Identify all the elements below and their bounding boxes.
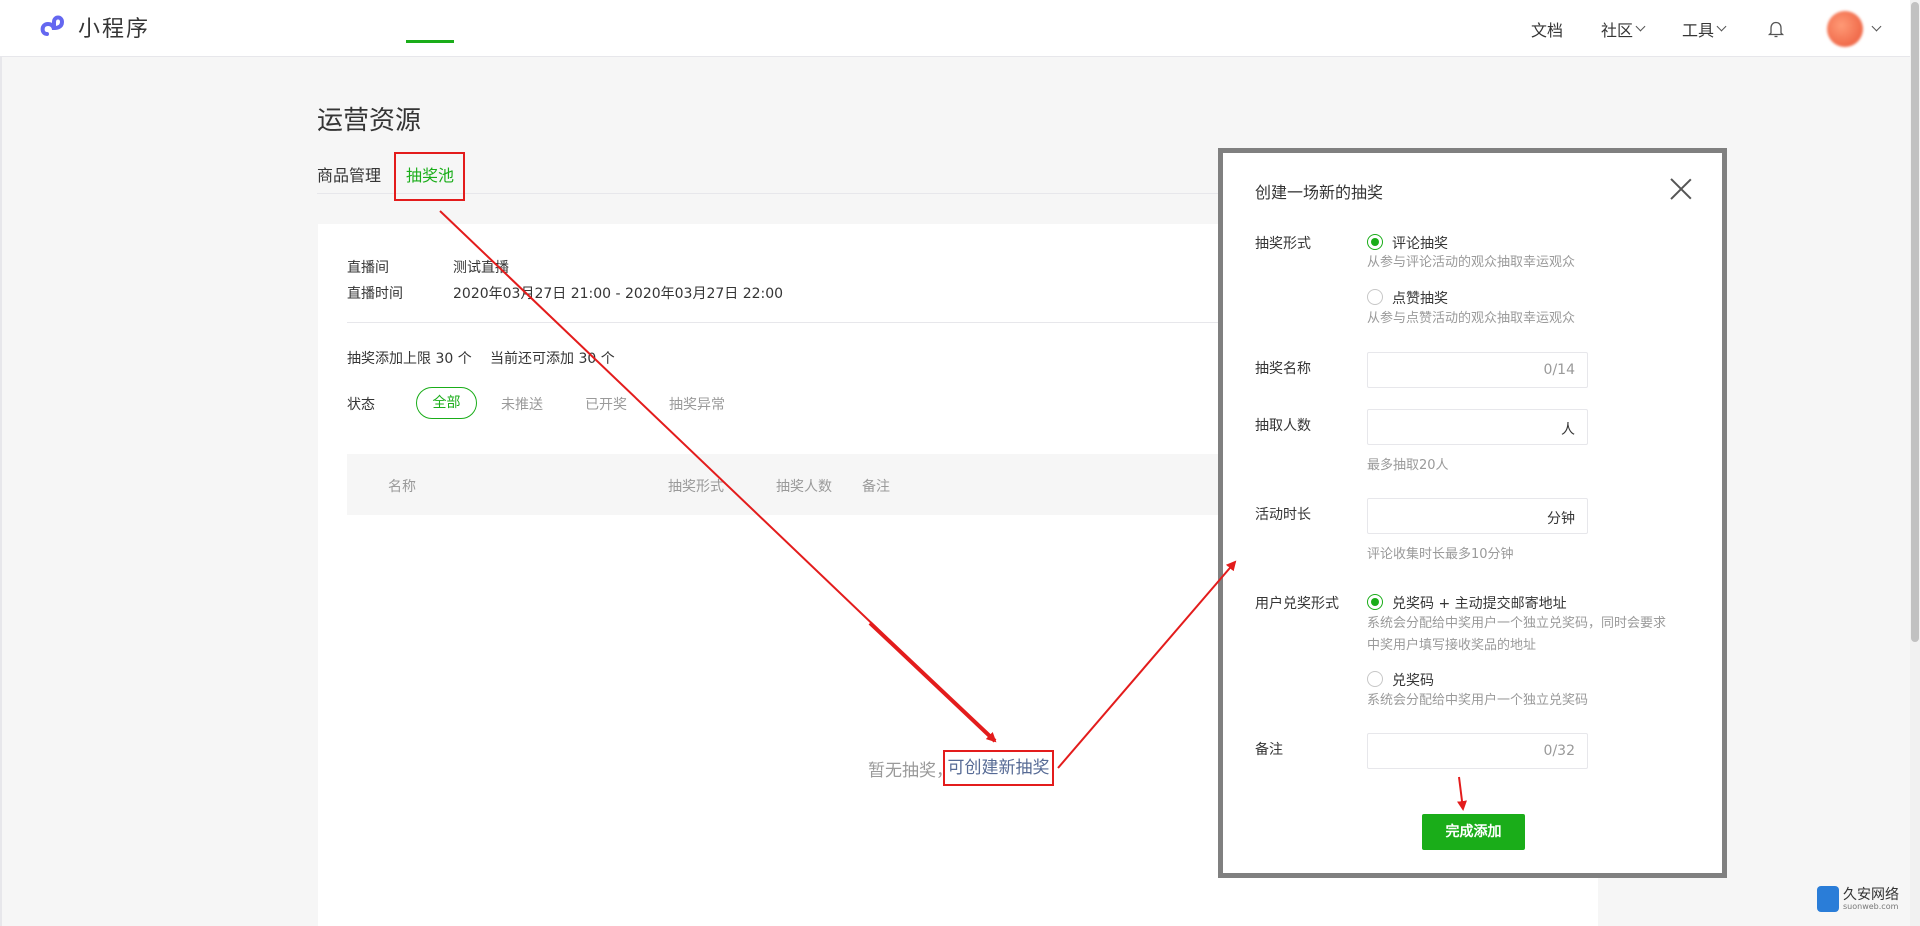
radio-like-lottery-label[interactable]: 点赞抽奖 — [1392, 288, 1448, 308]
empty-state-text: 暂无抽奖， — [868, 761, 953, 781]
lottery-remaining: 当前还可添加 30 个 — [490, 351, 615, 367]
live-room-label: 直播间 — [347, 260, 389, 276]
note-input[interactable]: 0/32 — [1367, 733, 1588, 769]
comment-lottery-hint: 从参与评论活动的观众抽取幸运观众 — [1367, 255, 1576, 270]
note-counter: 0/32 — [1543, 743, 1575, 759]
create-lottery-link[interactable]: 可创建新抽奖 — [943, 750, 1054, 786]
winner-count-unit: 人 — [1561, 422, 1575, 438]
radio-redeem-code[interactable] — [1367, 671, 1383, 687]
nav-docs-label: 文档 — [1530, 20, 1563, 40]
lottery-name-label: 抽奖名称 — [1255, 361, 1311, 377]
top-nav: 文档 社区 工具 — [1493, 0, 1882, 57]
like-lottery-hint: 从参与点赞活动的观众抽取幸运观众 — [1367, 311, 1576, 326]
avatar[interactable] — [1827, 10, 1863, 47]
table-header: 名称 抽奖形式 抽奖人数 备注 — [347, 454, 1247, 515]
lottery-max-limit: 抽奖添加上限 30 个 — [347, 351, 472, 367]
column-lottery-type: 抽奖形式 — [668, 479, 724, 495]
radio-redeem-code-address-label[interactable]: 兑奖码 + 主动提交邮寄地址 — [1392, 593, 1567, 613]
note-label: 备注 — [1255, 742, 1283, 758]
submit-button[interactable]: 完成添加 — [1422, 814, 1525, 850]
column-note: 备注 — [862, 479, 890, 495]
status-filter-label: 状态 — [347, 397, 375, 413]
watermark-text: 久安网络 — [1843, 886, 1899, 903]
watermark-logo-icon — [1817, 886, 1839, 912]
page-title: 运营资源 — [317, 106, 422, 136]
annotation-box-tab — [394, 152, 465, 201]
watermark-sub: suonweb.com — [1843, 901, 1899, 911]
radio-comment-lottery[interactable] — [1367, 234, 1383, 250]
status-filter-all[interactable]: 全部 — [416, 387, 477, 419]
chevron-down-icon[interactable] — [1871, 21, 1882, 32]
redeem-code-address-hint-1: 系统会分配给中奖用户一个独立兑奖码，同时会要求 — [1367, 616, 1667, 631]
modal-title: 创建一场新的抽奖 — [1255, 183, 1384, 202]
duration-input[interactable]: 分钟 — [1367, 498, 1588, 534]
scrollbar[interactable] — [1910, 0, 1920, 926]
winner-count-hint: 最多抽取20人 — [1367, 458, 1449, 473]
status-filter-error[interactable]: 抽奖异常 — [669, 394, 725, 414]
radio-comment-lottery-label[interactable]: 评论抽奖 — [1392, 233, 1448, 253]
live-room-value: 测试直播 — [453, 260, 509, 276]
winner-count-label: 抽取人数 — [1255, 418, 1311, 434]
status-filter-unpushed[interactable]: 未推送 — [501, 394, 543, 414]
live-time-value: 2020年03月27日 21:00 - 2020年03月27日 22:00 — [453, 286, 784, 302]
top-navbar: 小程序 文档 社区 工具 — [0, 0, 1920, 57]
close-icon[interactable] — [1669, 177, 1693, 201]
nav-tools-label: 工具 — [1681, 20, 1714, 40]
tab-product-management[interactable]: 商品管理 — [317, 162, 381, 186]
lottery-type-label: 抽奖形式 — [1255, 236, 1311, 252]
nav-community-label: 社区 — [1600, 20, 1633, 40]
winner-count-input[interactable]: 人 — [1367, 409, 1588, 445]
app-name: 小程序 — [78, 17, 151, 42]
left-rail — [0, 57, 2, 926]
status-filter-drawn[interactable]: 已开奖 — [585, 394, 627, 414]
chevron-down-icon — [1635, 21, 1646, 32]
redeem-type-label: 用户兑奖形式 — [1255, 596, 1339, 612]
lottery-name-input[interactable]: 0/14 — [1367, 352, 1588, 388]
radio-redeem-code-address[interactable] — [1367, 594, 1383, 610]
active-tab-indicator — [406, 40, 454, 43]
bell-icon[interactable] — [1765, 18, 1787, 40]
scrollbar-thumb[interactable] — [1911, 2, 1919, 642]
chevron-down-icon — [1716, 21, 1727, 32]
duration-label: 活动时长 — [1255, 507, 1311, 523]
radio-like-lottery[interactable] — [1367, 289, 1383, 305]
live-time-label: 直播时间 — [347, 286, 403, 302]
miniprogram-logo-icon — [38, 12, 72, 42]
duration-hint: 评论收集时长最多10分钟 — [1367, 547, 1514, 562]
watermark: 久安网络 suonweb.com — [1817, 886, 1899, 912]
logo[interactable]: 小程序 — [38, 12, 150, 42]
create-lottery-modal: 创建一场新的抽奖 抽奖形式 评论抽奖 从参与评论活动的观众抽取幸运观众 点赞抽奖… — [1223, 153, 1722, 873]
divider — [347, 322, 1247, 323]
nav-community[interactable]: 社区 — [1600, 17, 1646, 41]
lottery-name-counter: 0/14 — [1543, 362, 1575, 378]
column-name: 名称 — [388, 479, 416, 495]
redeem-code-address-hint-2: 中奖用户填写接收奖品的地址 — [1367, 638, 1537, 653]
nav-tools[interactable]: 工具 — [1681, 17, 1727, 41]
nav-docs[interactable]: 文档 — [1531, 17, 1563, 41]
redeem-code-hint: 系统会分配给中奖用户一个独立兑奖码 — [1367, 693, 1589, 708]
radio-redeem-code-label[interactable]: 兑奖码 — [1392, 670, 1434, 690]
column-winner-count: 抽奖人数 — [776, 479, 832, 495]
duration-unit: 分钟 — [1547, 511, 1575, 527]
